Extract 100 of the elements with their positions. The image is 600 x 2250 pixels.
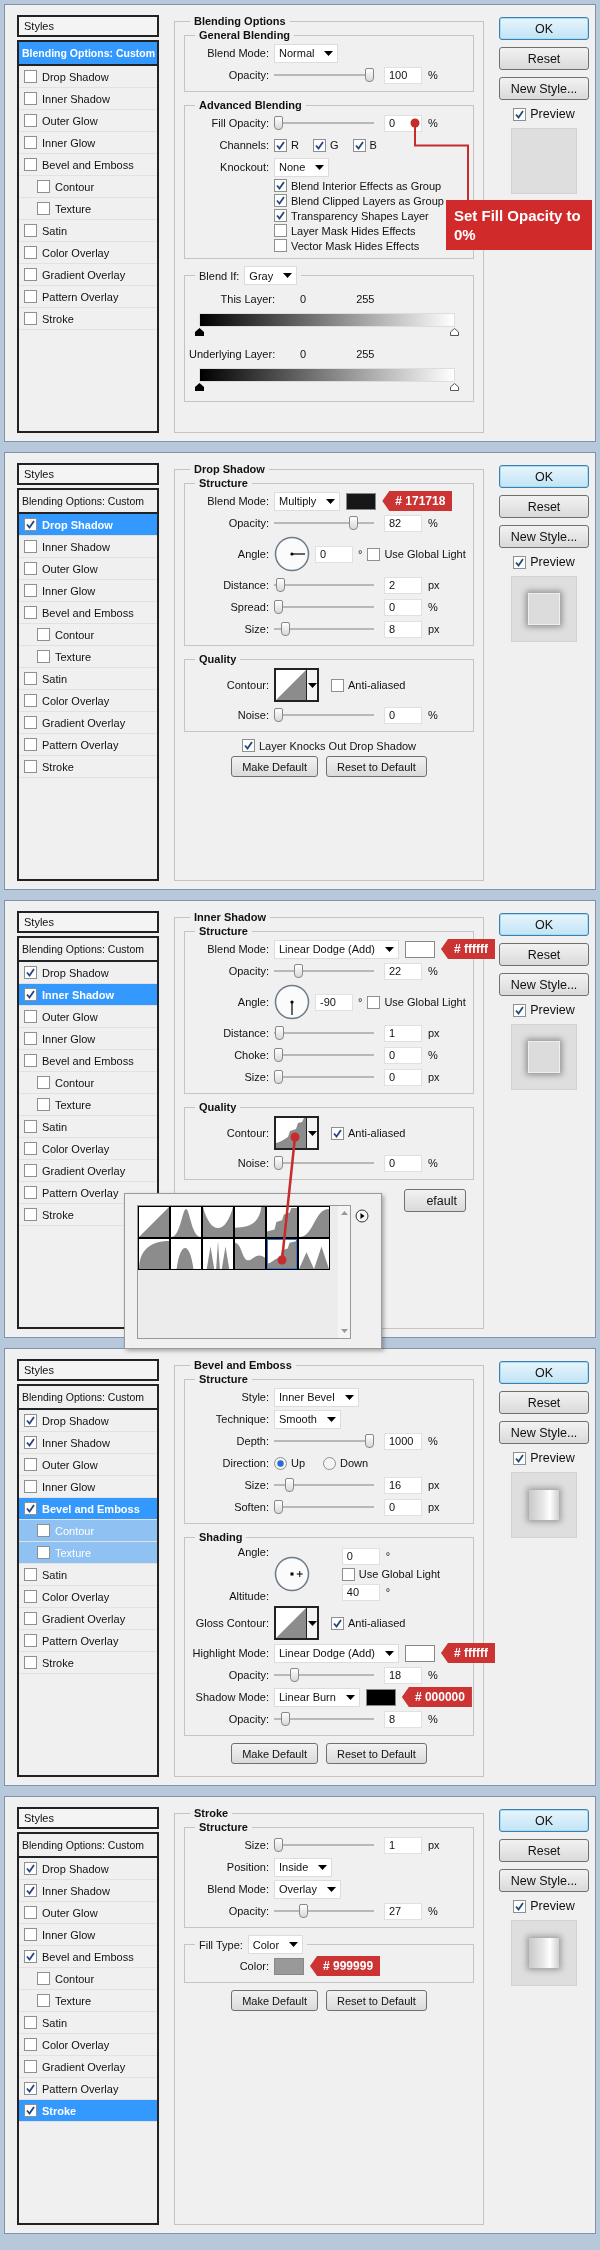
style-item[interactable]: Gradient Overlay <box>19 1160 157 1182</box>
checkbox-icon[interactable] <box>24 1032 37 1045</box>
checkbox[interactable]: Blend Clipped Layers as Group <box>274 194 444 207</box>
number-field[interactable]: 0 <box>384 706 422 724</box>
style-item[interactable]: Texture <box>19 1990 157 2012</box>
contour-preset[interactable] <box>266 1206 298 1238</box>
dropdown[interactable]: Linear Dodge (Add) <box>274 939 399 959</box>
color-swatch[interactable] <box>405 1644 435 1662</box>
slider-thumb[interactable] <box>274 1500 283 1514</box>
checkbox[interactable]: Preview <box>513 555 575 569</box>
checkbox-icon[interactable] <box>24 1906 37 1919</box>
dialog-button[interactable]: OK <box>499 1809 589 1832</box>
dropdown[interactable]: Linear Burn <box>274 1687 360 1707</box>
style-item[interactable]: Gradient Overlay <box>19 1608 157 1630</box>
style-item[interactable]: Color Overlay <box>19 1138 157 1160</box>
style-item[interactable]: Bevel and Emboss <box>19 1946 157 1968</box>
checkbox-icon[interactable] <box>513 107 527 121</box>
contour-preset[interactable] <box>202 1238 234 1270</box>
slider-handle[interactable] <box>195 328 204 336</box>
dialog-button[interactable]: Reset <box>499 1839 589 1862</box>
slider-thumb[interactable] <box>274 1048 283 1062</box>
checkbox-icon[interactable] <box>24 268 37 281</box>
dropdown[interactable]: Multiply <box>274 491 341 511</box>
style-item[interactable]: Color Overlay <box>19 690 157 712</box>
style-item[interactable]: Gradient Overlay <box>19 264 157 286</box>
style-item[interactable]: Blending Options: Custom <box>19 938 157 962</box>
style-item[interactable]: Inner Glow <box>19 580 157 602</box>
slider-thumb[interactable] <box>274 1838 283 1852</box>
style-item[interactable]: Inner Glow <box>19 1028 157 1050</box>
checkbox-icon[interactable] <box>24 1208 37 1221</box>
style-item[interactable]: Blending Options: Custom <box>19 1386 157 1410</box>
dialog-button[interactable]: OK <box>499 17 589 40</box>
style-item[interactable]: Color Overlay <box>19 1586 157 1608</box>
dialog-button[interactable]: New Style... <box>499 77 589 100</box>
style-item[interactable]: Bevel and Emboss <box>19 1050 157 1072</box>
scroll-down-icon[interactable] <box>340 1329 348 1333</box>
checkbox-icon[interactable] <box>24 1502 37 1515</box>
style-item[interactable]: Texture <box>19 646 157 668</box>
style-item[interactable]: Pattern Overlay <box>19 1630 157 1652</box>
checkbox[interactable]: R <box>274 138 299 152</box>
checkbox[interactable]: Anti-aliased <box>331 1616 406 1630</box>
checkbox-icon[interactable] <box>24 694 37 707</box>
style-item[interactable]: Contour <box>19 1968 157 1990</box>
style-item[interactable]: Bevel and Emboss <box>19 602 157 624</box>
checkbox[interactable]: Anti-aliased <box>331 1126 406 1140</box>
checkbox[interactable]: Use Global Light <box>341 1567 467 1581</box>
number-field[interactable]: 1 <box>384 1836 422 1854</box>
checkbox-icon[interactable] <box>274 194 287 207</box>
checkbox[interactable]: Preview <box>513 107 575 121</box>
angle-dial[interactable] <box>274 1556 310 1592</box>
checkbox-icon[interactable] <box>37 1524 50 1537</box>
slider-thumb[interactable] <box>274 708 283 722</box>
dialog-button[interactable]: Reset <box>499 495 589 518</box>
checkbox-icon[interactable] <box>24 760 37 773</box>
checkbox[interactable]: Transparency Shapes Layer <box>274 209 429 222</box>
style-item[interactable]: Drop Shadow <box>19 1410 157 1432</box>
checkbox-icon[interactable] <box>513 1003 527 1017</box>
contour-preset[interactable] <box>266 1238 298 1270</box>
contour-preset[interactable] <box>234 1206 266 1238</box>
number-field[interactable]: 0 <box>384 598 422 616</box>
checkbox-icon[interactable] <box>24 1458 37 1471</box>
slider-thumb[interactable] <box>274 600 283 614</box>
checkbox[interactable]: G <box>312 138 339 152</box>
number-field[interactable]: 82 <box>384 514 422 532</box>
checkbox-icon[interactable] <box>24 312 37 325</box>
style-item[interactable]: Stroke <box>19 308 157 330</box>
slider-thumb[interactable] <box>274 116 283 130</box>
style-item[interactable]: Stroke <box>19 756 157 778</box>
slider-thumb[interactable] <box>365 68 374 82</box>
radio-icon[interactable] <box>274 1456 287 1470</box>
style-item[interactable]: Gradient Overlay <box>19 2056 157 2078</box>
dialog-button[interactable]: efault <box>404 1189 466 1212</box>
style-item[interactable]: Pattern Overlay <box>19 286 157 308</box>
contour-picker[interactable] <box>274 1116 319 1150</box>
style-item[interactable]: Contour <box>19 1072 157 1094</box>
slider-thumb[interactable] <box>298 1904 308 1918</box>
slider-thumb[interactable] <box>281 622 291 636</box>
dialog-button[interactable]: Make Default <box>231 1743 318 1764</box>
style-item[interactable]: Outer Glow <box>19 110 157 132</box>
checkbox-icon[interactable] <box>24 158 37 171</box>
style-item[interactable]: Contour <box>19 624 157 646</box>
checkbox-icon[interactable] <box>24 70 37 83</box>
dialog-button[interactable]: OK <box>499 913 589 936</box>
checkbox-icon[interactable] <box>24 1928 37 1941</box>
checkbox-icon[interactable] <box>24 2038 37 2051</box>
angle-dial[interactable] <box>274 984 310 1020</box>
slider-thumb[interactable] <box>281 1712 291 1726</box>
dropdown[interactable]: Inner Bevel <box>274 1387 359 1407</box>
dialog-button[interactable]: OK <box>499 465 589 488</box>
style-item[interactable]: Drop Shadow <box>19 66 157 88</box>
dropdown[interactable]: Color <box>247 1935 304 1954</box>
checkbox-icon[interactable] <box>24 114 37 127</box>
dialog-button[interactable]: Reset to Default <box>325 1990 427 2011</box>
checkbox-icon[interactable] <box>241 739 255 752</box>
style-item[interactable]: Texture <box>19 1094 157 1116</box>
checkbox-icon[interactable] <box>24 2082 37 2095</box>
style-item[interactable]: Outer Glow <box>19 1006 157 1028</box>
checkbox[interactable]: Layer Mask Hides Effects <box>274 224 416 237</box>
radio-icon[interactable] <box>323 1456 337 1470</box>
checkbox[interactable]: Anti-aliased <box>331 678 406 692</box>
